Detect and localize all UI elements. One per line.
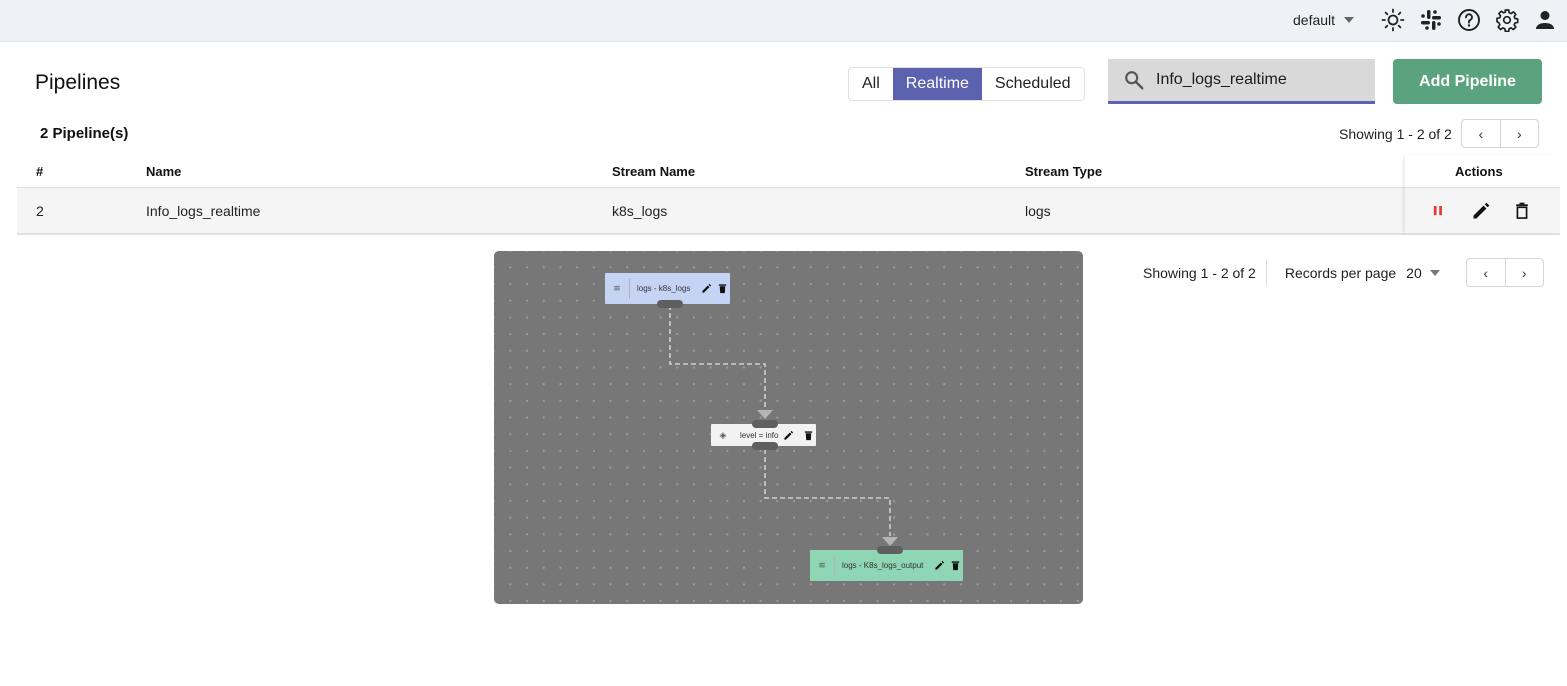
delete-node-button[interactable] bbox=[800, 427, 816, 443]
next-page-button[interactable]: › bbox=[1504, 259, 1543, 286]
stream-input-icon: ≌ bbox=[613, 283, 621, 293]
bottom-pagination: Showing 1 - 2 of 2 Records per page 20 ‹… bbox=[1143, 258, 1544, 287]
filter-all-button[interactable]: All bbox=[849, 68, 893, 100]
chevron-left-icon: ‹ bbox=[1483, 264, 1489, 281]
edge-arrow-icon bbox=[757, 410, 773, 419]
next-page-button[interactable]: › bbox=[1499, 120, 1538, 147]
edge-arrow-icon bbox=[882, 537, 898, 546]
source-output-handle[interactable] bbox=[657, 300, 683, 308]
column-header-stream-name[interactable]: Stream Name bbox=[612, 155, 695, 187]
node-label: logs - k8s_logs bbox=[637, 284, 691, 293]
table-header: # Name Stream Name Stream Type Actions bbox=[17, 155, 1560, 188]
top-pagination: Showing 1 - 2 of 2 ‹ › bbox=[1339, 119, 1539, 148]
row-stream-type: logs bbox=[1025, 202, 1051, 219]
delete-trash-icon bbox=[718, 284, 727, 294]
search-input[interactable] bbox=[1156, 71, 1356, 89]
condition-output-handle[interactable] bbox=[752, 442, 778, 450]
caret-down-icon bbox=[1429, 269, 1440, 276]
chevron-right-icon: › bbox=[1521, 264, 1527, 281]
records-per-page-label: Records per page bbox=[1284, 264, 1397, 281]
edit-node-button[interactable] bbox=[698, 281, 714, 297]
divider bbox=[1265, 259, 1267, 286]
column-header-stream-type[interactable]: Stream Type bbox=[1025, 155, 1102, 187]
pipelines-table: # Name Stream Name Stream Type Actions 2… bbox=[17, 155, 1560, 235]
row-stream-name: k8s_logs bbox=[612, 202, 668, 219]
edge-source-to-condition bbox=[669, 305, 766, 409]
pipeline-graph-canvas[interactable]: ≌ logs - k8s_logs ◈ level = info ≌ logs … bbox=[494, 251, 1083, 604]
column-header-name[interactable]: Name bbox=[146, 155, 181, 187]
pipeline-type-filter: All Realtime Scheduled bbox=[848, 67, 1085, 101]
row-name: Info_logs_realtime bbox=[146, 202, 261, 219]
theme-sun-icon[interactable] bbox=[1380, 7, 1406, 33]
row-index: 2 bbox=[36, 202, 44, 219]
node-label: logs - K8s_logs_output bbox=[842, 561, 924, 570]
records-per-page-value: 20 bbox=[1406, 264, 1422, 281]
edit-pencil-icon bbox=[935, 560, 944, 570]
chevron-right-icon: › bbox=[1517, 125, 1522, 142]
delete-trash-icon bbox=[951, 561, 960, 571]
edit-node-button[interactable] bbox=[931, 558, 947, 574]
edge-condition-to-destination bbox=[764, 449, 891, 536]
page-title: Pipelines bbox=[35, 71, 121, 94]
prev-page-button[interactable]: ‹ bbox=[1467, 259, 1505, 286]
search-field bbox=[1108, 59, 1375, 104]
prev-page-button[interactable]: ‹ bbox=[1462, 120, 1500, 147]
condition-diamond-icon: ◈ bbox=[719, 429, 727, 440]
org-selector-value: default bbox=[1293, 12, 1336, 28]
caret-down-icon bbox=[1344, 17, 1355, 23]
org-selector[interactable]: default bbox=[1293, 10, 1355, 30]
add-pipeline-button[interactable]: Add Pipeline bbox=[1393, 59, 1542, 104]
help-icon[interactable] bbox=[1456, 7, 1482, 33]
user-avatar-icon[interactable] bbox=[1532, 7, 1558, 33]
actions-column-sticky bbox=[1405, 155, 1560, 235]
top-bar: default bbox=[0, 0, 1567, 42]
node-label: level = info bbox=[740, 430, 779, 440]
settings-gear-icon[interactable] bbox=[1494, 7, 1520, 33]
table-row[interactable]: 2 Info_logs_realtime k8s_logs logs bbox=[17, 188, 1560, 235]
destination-input-handle[interactable] bbox=[877, 546, 903, 554]
showing-range: Showing 1 - 2 of 2 bbox=[1143, 264, 1256, 281]
records-per-page-select[interactable]: 20 bbox=[1406, 265, 1440, 281]
filter-realtime-button[interactable]: Realtime bbox=[892, 68, 982, 100]
condition-input-handle[interactable] bbox=[752, 420, 778, 428]
search-icon bbox=[1125, 71, 1144, 90]
chevron-left-icon: ‹ bbox=[1478, 125, 1484, 142]
edit-pencil-icon bbox=[784, 430, 794, 440]
slack-icon[interactable] bbox=[1418, 7, 1444, 33]
delete-node-button[interactable] bbox=[947, 558, 963, 574]
pipeline-count: 2 Pipeline(s) bbox=[40, 125, 129, 142]
showing-range: Showing 1 - 2 of 2 bbox=[1339, 125, 1452, 142]
destination-stream-node[interactable]: ≌ logs - K8s_logs_output bbox=[810, 550, 964, 581]
column-header-index: # bbox=[36, 163, 44, 179]
edit-pencil-icon bbox=[702, 283, 711, 293]
delete-trash-icon bbox=[804, 430, 813, 440]
edit-node-button[interactable] bbox=[780, 427, 796, 443]
stream-output-icon: ≌ bbox=[818, 560, 826, 570]
filter-scheduled-button[interactable]: Scheduled bbox=[982, 68, 1084, 100]
delete-node-button[interactable] bbox=[714, 281, 730, 297]
